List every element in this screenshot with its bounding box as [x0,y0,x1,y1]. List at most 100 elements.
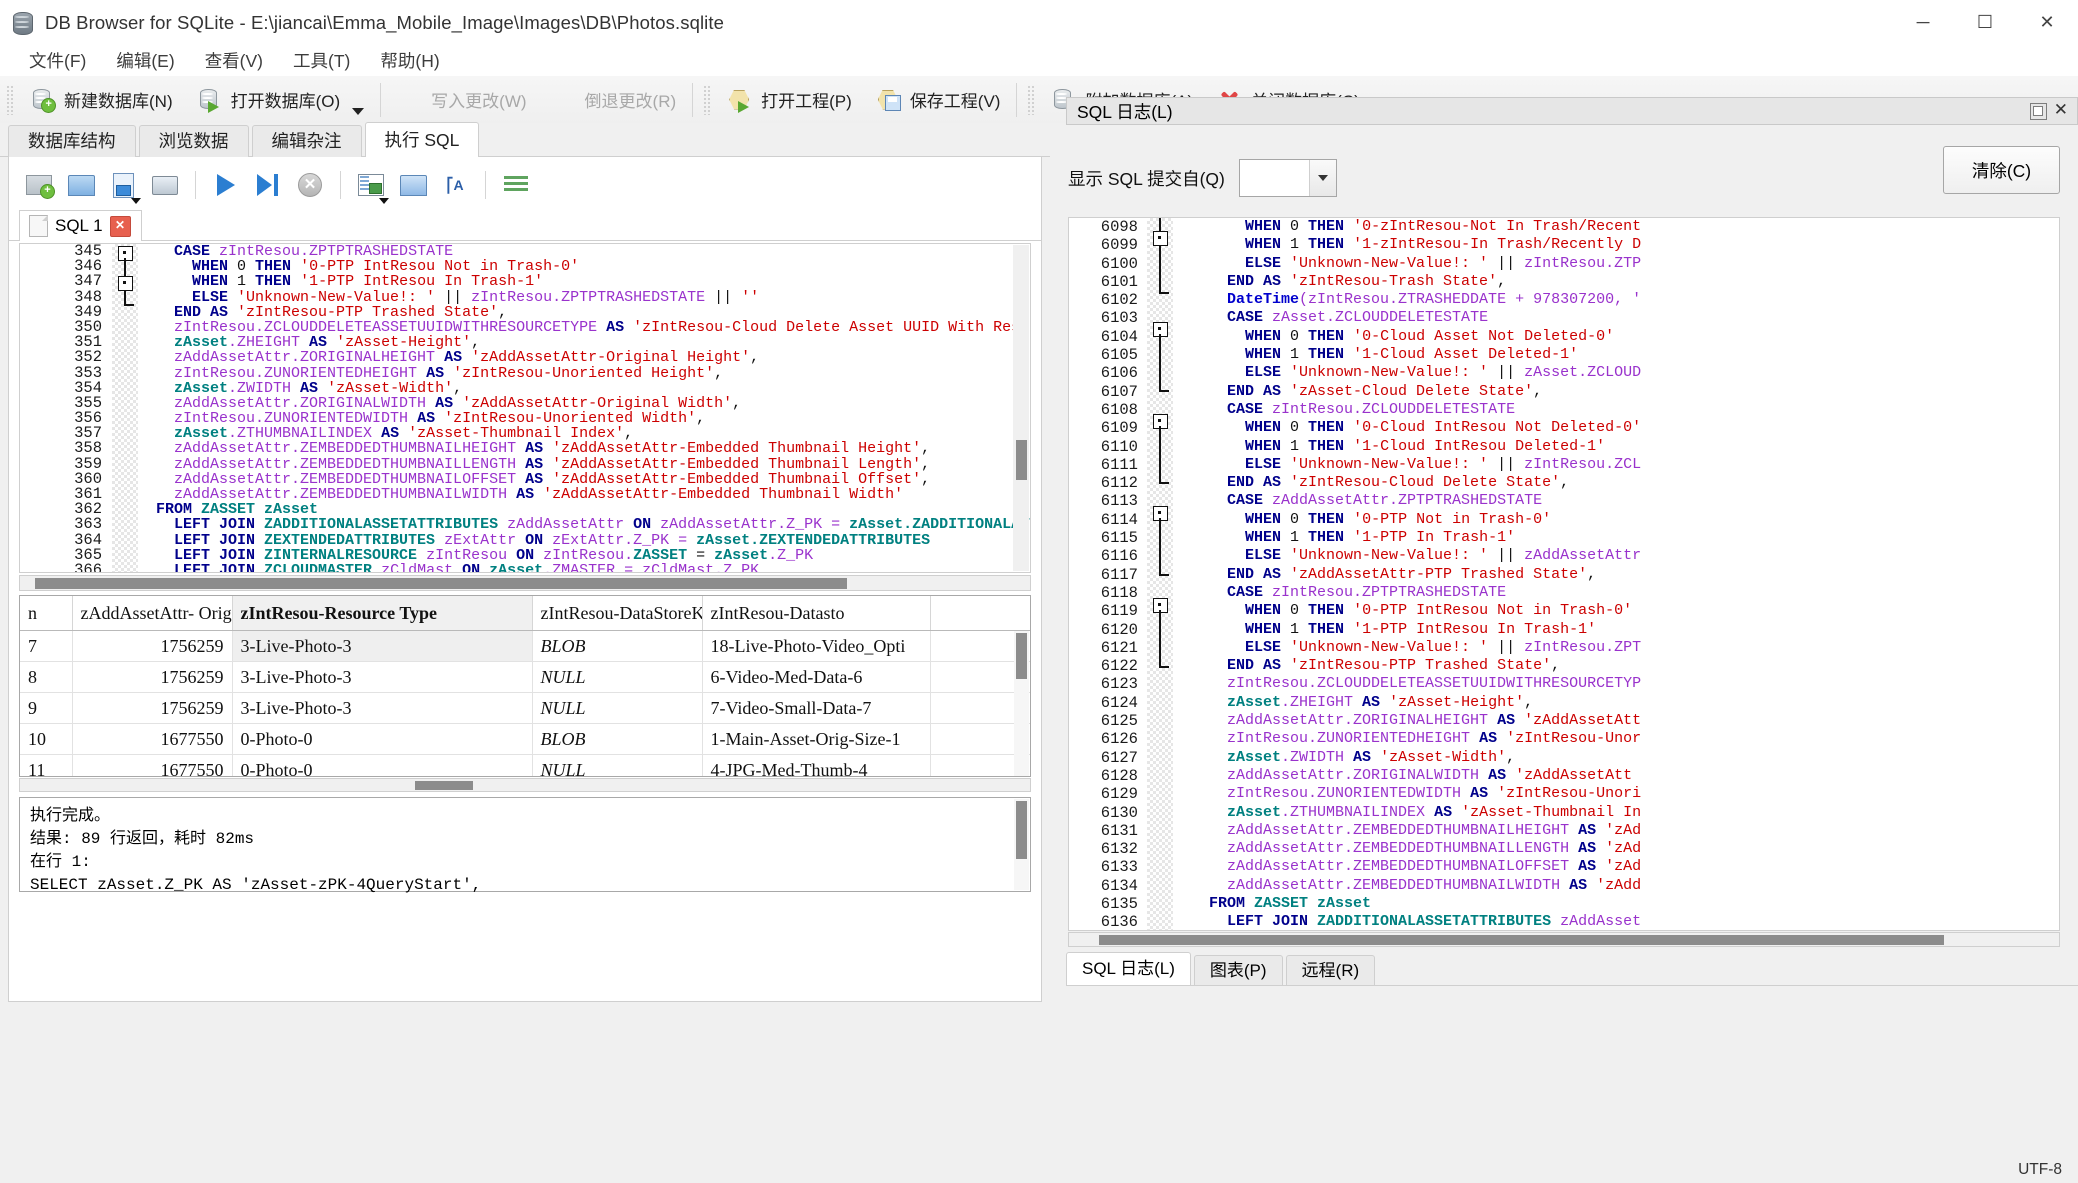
write-changes-button[interactable]: 写入更改(W) [385,80,538,119]
log-tab-sql-log[interactable]: SQL 日志(L) [1066,952,1191,986]
tab-edit-pragmas[interactable]: 编辑杂注 [251,125,362,157]
row-number[interactable]: 11 [20,754,73,776]
open-tab-button[interactable]: + [19,165,59,205]
undock-icon[interactable] [2029,102,2047,120]
results-hscroll-thumb[interactable] [415,781,473,790]
menu-view[interactable]: 查看(V) [190,45,278,76]
close-button[interactable]: ✕ [2016,0,2078,45]
table-row[interactable]: 7 1756259 3-Live-Photo-3 BLOB 18-Live-Photo-… [20,630,1030,662]
tab-database-structure[interactable]: 数据库结构 [8,125,136,157]
minimize-button[interactable]: ─ [1892,0,1954,45]
column-header[interactable]: zIntResou-Datasto [702,596,931,631]
cell-datastore[interactable]: 1-Main-Asset-Orig-Size-1 [702,723,931,755]
column-header[interactable]: n [20,596,73,631]
cell-datastore[interactable]: 18-Live-Photo-Video_Opti [702,630,931,662]
log-fold-margin[interactable] [1147,218,1173,930]
table-row[interactable]: 8 1756259 3-Live-Photo-3 NULL 6-Video-Med-Da… [20,661,1030,693]
editor-horizontal-scrollbar[interactable] [19,575,1031,591]
log-fold-marker-1[interactable] [1153,231,1168,246]
cell-datastore-key-hex[interactable]: BLOB [532,630,703,662]
row-number[interactable]: 8 [20,661,73,693]
menu-help[interactable]: 帮助(H) [365,45,454,76]
table-row[interactable]: 10 1677550 0-Photo-0 BLOB 1-Main-Asset-Orig-… [20,723,1030,755]
cell-resource-type[interactable]: 3-Live-Photo-3 [232,630,533,662]
execution-message-box[interactable]: 执行完成。 结果: 89 行返回，耗时 82ms 在行 1: SELECT zA… [19,797,1031,894]
new-database-button[interactable]: + 新建数据库(N) [18,80,185,119]
tab-execute-sql[interactable]: 执行 SQL [364,122,480,157]
stop-button[interactable]: ✕ [290,165,330,205]
open-project-button[interactable]: 打开工程(P) [715,80,864,119]
execute-current-line-button[interactable] [248,165,288,205]
save-project-button[interactable]: 保存工程(V) [864,80,1013,119]
message-vscroll-thumb[interactable] [1016,801,1027,859]
log-code-text[interactable]: WHEN 0 THEN '0-zIntResou-Not In Trash/Re… [1173,218,2059,930]
log-tab-plot[interactable]: 图表(P) [1193,955,1283,986]
toolbar-grip-2[interactable] [703,84,712,115]
clear-log-button[interactable]: 清除(C) [1943,146,2060,194]
log-tab-remote[interactable]: 远程(R) [1285,955,1376,986]
table-row[interactable]: 9 1756259 3-Live-Photo-3 NULL 7-Video-Small-… [20,692,1030,724]
cell-datastore-key-hex[interactable]: NULL [532,692,703,724]
menu-file[interactable]: 文件(F) [14,45,101,76]
sort-button[interactable]: ⎡A [435,165,475,205]
maximize-button[interactable]: ☐ [1954,0,2016,45]
cell-original-file-size[interactable]: 1756259 [72,692,233,724]
editor-vscroll-thumb[interactable] [1016,440,1027,480]
editor-code-text[interactable]: CASE zIntResou.ZPTPTRASHEDSTATE WHEN 0 T… [138,244,1030,572]
column-header[interactable]: zIntResou-Resource Type [232,596,533,631]
cell-resource-type[interactable]: 3-Live-Photo-3 [232,692,533,724]
cell-original-file-size[interactable]: 1756259 [72,630,233,662]
column-header[interactable]: zAddAssetAttr- Original-File-Size [72,596,233,631]
cell-resource-type[interactable]: 0-Photo-0 [232,754,533,776]
menu-edit[interactable]: 编辑(E) [101,45,189,76]
results-vertical-scrollbar[interactable] [1014,631,1029,776]
results-grid[interactable]: nzAddAssetAttr- Original-File-SizezIntRe… [19,595,1031,777]
close-sql-tab-icon[interactable]: ✕ [109,215,131,237]
results-horizontal-scrollbar[interactable] [19,778,1031,792]
toolbar-grip-3[interactable] [1027,84,1036,115]
menu-tools[interactable]: 工具(T) [278,45,365,76]
save-results-button[interactable] [351,165,391,205]
revert-changes-button[interactable]: 倒退更改(R) [539,80,689,119]
chevron-down-icon[interactable] [1308,160,1336,196]
sql-code-editor[interactable]: 345 346 347 348 349 350 351 352 353 354 355 356 357 3… [19,243,1031,573]
column-header[interactable] [930,596,1030,631]
cell-resource-type[interactable]: 3-Live-Photo-3 [232,661,533,693]
open-database-button[interactable]: 打开数据库(O) [185,80,377,119]
editor-vertical-scrollbar[interactable] [1013,245,1029,571]
toolbar-grip[interactable] [6,84,14,115]
format-sql-button[interactable] [496,165,536,205]
cell-original-file-size[interactable]: 1756259 [72,661,233,693]
cell-original-file-size[interactable]: 1677550 [72,723,233,755]
table-row[interactable]: 11 1677550 0-Photo-0 NULL 4-JPG-Med-Thumb-4 [20,754,1030,776]
column-header[interactable]: zIntResou-DataStoreKeyData/HEX [532,596,703,631]
sql-log-editor[interactable]: 6098 6099 6100 6101 6102 6103 6104 6105 6106 6107… [1068,217,2060,931]
editor-fold-margin[interactable] [112,244,138,572]
open-database-dropdown-icon[interactable] [352,108,365,115]
row-number[interactable]: 10 [20,723,73,755]
execute-all-button[interactable] [206,165,246,205]
find-replace-button[interactable] [393,165,433,205]
cell-resource-type[interactable]: 0-Photo-0 [232,723,533,755]
message-vertical-scrollbar[interactable] [1014,799,1029,890]
print-button[interactable] [145,165,185,205]
log-filter-select[interactable] [1238,159,1337,197]
row-number[interactable]: 7 [20,630,73,662]
cell-datastore-key-hex[interactable]: BLOB [532,723,703,755]
log-horizontal-scrollbar[interactable] [1068,932,2060,947]
save-sql-dropdown-icon[interactable] [131,198,141,204]
fold-marker-2[interactable] [118,276,133,291]
cell-datastore-key-hex[interactable]: NULL [532,661,703,693]
results-vscroll-thumb[interactable] [1016,633,1027,679]
open-sql-file-button[interactable] [61,165,101,205]
cell-datastore[interactable]: 7-Video-Small-Data-7 [702,692,931,724]
save-results-dropdown-icon[interactable] [379,198,389,204]
cell-datastore[interactable]: 4-JPG-Med-Thumb-4 [702,754,931,776]
log-hscroll-thumb[interactable] [1099,935,1944,945]
sql-document-tab[interactable]: SQL 1 ✕ [19,210,142,241]
cell-datastore-key-hex[interactable]: NULL [532,754,703,776]
cell-original-file-size[interactable]: 1677550 [72,754,233,776]
editor-hscroll-thumb[interactable] [35,578,847,589]
tab-browse-data[interactable]: 浏览数据 [138,125,249,157]
cell-datastore[interactable]: 6-Video-Med-Data-6 [702,661,931,693]
